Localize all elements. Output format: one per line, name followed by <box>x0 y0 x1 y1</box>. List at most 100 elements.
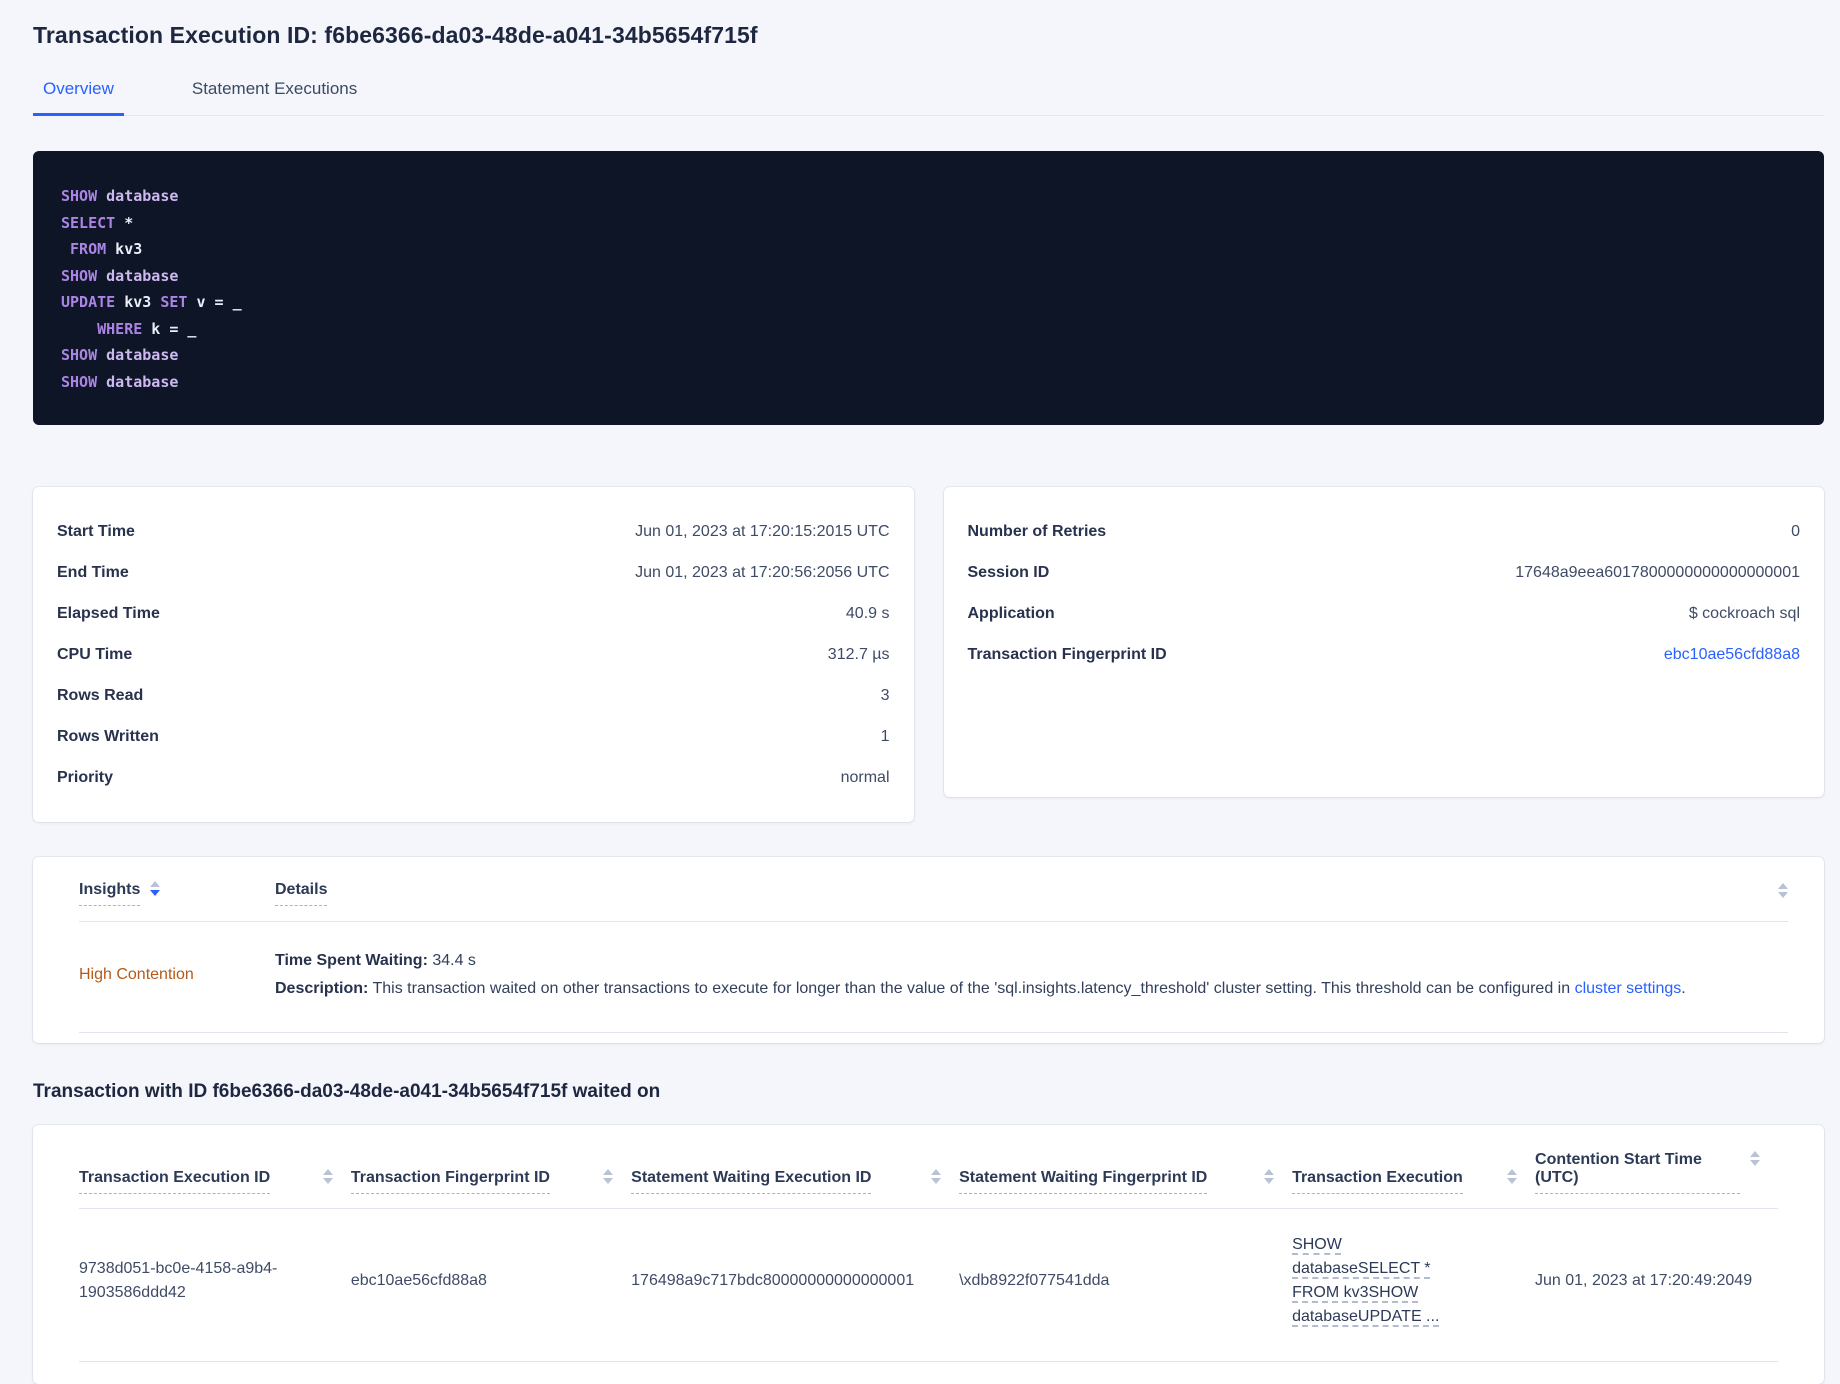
row-rows-written: Rows Written 1 <box>57 716 890 757</box>
sql-line: SHOW database <box>61 342 1796 369</box>
waited-on-header-row: Transaction Execution ID Transaction Fin… <box>79 1125 1778 1209</box>
sort-icon[interactable] <box>1507 1169 1518 1184</box>
row-label: Elapsed Time <box>57 604 160 622</box>
page-title: Transaction Execution ID: f6be6366-da03-… <box>33 22 758 48</box>
sort-icon[interactable] <box>150 881 161 896</box>
column-header-transaction-execution-id: Transaction Execution ID <box>79 1125 351 1209</box>
transaction-execution-snippet-link[interactable]: SHOW databaseSELECT * FROM kv3SHOW datab… <box>1292 1233 1474 1329</box>
time-spent-waiting-line: Time Spent Waiting: 34.4 s <box>275 948 1686 974</box>
tab-statement-executions[interactable]: Statement Executions <box>182 79 367 115</box>
row-end-time: End Time Jun 01, 2023 at 17:20:56:2056 U… <box>57 552 890 593</box>
insights-column-label[interactable]: Insights <box>79 881 141 906</box>
row-start-time: Start Time Jun 01, 2023 at 17:20:15:2015… <box>57 511 890 552</box>
sort-up-arrow <box>150 881 161 887</box>
sort-down-arrow <box>931 1178 942 1184</box>
sort-icon[interactable] <box>603 1169 614 1184</box>
row-label: Rows Read <box>57 686 144 704</box>
cluster-settings-link[interactable]: cluster settings <box>1575 980 1682 997</box>
sql-token: v = _ <box>187 293 242 311</box>
sql-line: FROM kv3 <box>61 236 1796 263</box>
insights-card: Insights Details High Contention Time Sp… <box>33 857 1824 1043</box>
insight-cell: High Contention <box>79 966 275 984</box>
waiting-label: Time Spent Waiting: <box>275 952 428 969</box>
sql-token: database <box>97 187 179 205</box>
row-label: Transaction Fingerprint ID <box>967 645 1167 663</box>
insights-table-header: Insights Details <box>79 857 1788 922</box>
statement-waiting-execution-id-value: 176498a9c717bdc80000000000000001 <box>631 1272 915 1289</box>
row-value: 312.7 µs <box>827 645 890 663</box>
column-header-label[interactable]: Transaction Execution <box>1292 1169 1463 1194</box>
details-column-label[interactable]: Details <box>275 881 328 906</box>
row-session-id: Session ID 17648a9eea6017800000000000000… <box>968 552 1801 593</box>
sort-icon[interactable] <box>322 1169 333 1184</box>
sort-down-arrow <box>1264 1178 1275 1184</box>
row-transaction-fingerprint-id: Transaction Fingerprint ID ebc10ae56cfd8… <box>968 634 1801 675</box>
sort-icon[interactable] <box>931 1169 942 1184</box>
sql-token: SHOW <box>61 266 98 285</box>
tab-overview[interactable]: Overview <box>33 79 124 116</box>
waited-on-table-card: Transaction Execution ID Transaction Fin… <box>33 1125 1824 1384</box>
transaction-fingerprint-id-value: ebc10ae56cfd88a8 <box>350 1272 487 1289</box>
sql-token: SELECT <box>61 213 116 232</box>
sql-line: SHOW database <box>61 369 1796 396</box>
sql-token: kv3 <box>106 240 143 258</box>
sort-icon[interactable] <box>1750 1151 1760 1166</box>
sql-token: k = _ <box>142 319 197 338</box>
sql-token: kv3 <box>115 293 161 311</box>
sort-icon[interactable] <box>1264 1169 1275 1184</box>
sort-up-arrow <box>1778 883 1788 889</box>
sql-token: WHERE <box>97 319 143 338</box>
sort-down-arrow <box>1507 1178 1518 1184</box>
sql-line: WHERE k = _ <box>61 316 1796 343</box>
row-value: $ cockroach sql <box>1688 604 1800 622</box>
column-header-transaction-fingerprint-id: Transaction Fingerprint ID <box>350 1125 632 1209</box>
sql-token: database <box>97 266 179 285</box>
sql-token: SHOW <box>61 187 98 205</box>
summary-card-session: Number of Retries 0 Session ID 17648a9ee… <box>943 487 1824 797</box>
sql-line: UPDATE kv3 SET v = _ <box>61 289 1796 316</box>
row-application: Application $ cockroach sql <box>968 593 1801 634</box>
sort-up-arrow <box>322 1169 333 1175</box>
sort-down-arrow <box>1750 1160 1760 1166</box>
row-value: 17648a9eea6017800000000000000001 <box>1515 563 1800 581</box>
transaction-fingerprint-link[interactable]: ebc10ae56cfd88a8 <box>1664 646 1800 664</box>
sql-token: * <box>115 213 134 232</box>
sort-down-arrow <box>322 1178 333 1184</box>
sql-token: database <box>97 346 179 364</box>
row-value: 1 <box>880 727 890 745</box>
row-value: 40.9 s <box>845 604 890 622</box>
description-label: Description: <box>275 980 369 997</box>
sql-token: FROM <box>70 240 107 258</box>
insight-row: High Contention Time Spent Waiting: 34.4… <box>79 922 1788 1033</box>
row-label: Start Time <box>57 522 135 540</box>
cell-contention-start-time: Jun 01, 2023 at 17:20:49:2049 <box>1535 1208 1778 1362</box>
column-header-label[interactable]: Statement Waiting Execution ID <box>631 1169 872 1194</box>
sort-icon[interactable] <box>1778 883 1788 898</box>
summary-cards-row: Start Time Jun 01, 2023 at 17:20:15:2015… <box>33 487 1824 822</box>
sql-token: database <box>97 372 179 391</box>
cell-transaction-execution: SHOW databaseSELECT * FROM kv3SHOW datab… <box>1292 1208 1536 1362</box>
cell-statement-waiting-execution-id: 176498a9c717bdc80000000000000001 <box>631 1208 960 1362</box>
column-header-transaction-execution: Transaction Execution <box>1292 1125 1536 1209</box>
column-header-statement-waiting-execution-id: Statement Waiting Execution ID <box>631 1125 960 1209</box>
cell-transaction-execution-id: 9738d051-bc0e-4158-a9b4-1903586ddd42 <box>79 1208 351 1362</box>
row-label: Application <box>967 604 1055 622</box>
insights-column-header: Insights <box>79 881 275 906</box>
column-header-label[interactable]: Transaction Execution ID <box>79 1169 271 1194</box>
sql-line: SHOW database <box>61 263 1796 290</box>
description-suffix: . <box>1681 980 1686 997</box>
row-elapsed-time: Elapsed Time 40.9 s <box>57 593 890 634</box>
row-value: Jun 01, 2023 at 17:20:56:2056 UTC <box>635 563 890 581</box>
waited-on-table: Transaction Execution ID Transaction Fin… <box>79 1125 1778 1362</box>
column-header-label[interactable]: Transaction Fingerprint ID <box>350 1169 550 1194</box>
sql-token: SHOW <box>61 346 98 364</box>
column-header-label[interactable]: Statement Waiting Fingerprint ID <box>959 1169 1208 1194</box>
sql-statements-box: SHOW database SELECT * FROM kv3 SHOW dat… <box>33 151 1824 425</box>
column-header-label[interactable]: Contention Start Time (UTC) <box>1535 1151 1740 1194</box>
column-header-statement-waiting-fingerprint-id: Statement Waiting Fingerprint ID <box>959 1125 1293 1209</box>
summary-card-timing: Start Time Jun 01, 2023 at 17:20:15:2015… <box>33 487 914 822</box>
transaction-execution-id-value: 9738d051-bc0e-4158-a9b4-1903586ddd42 <box>79 1260 278 1301</box>
sort-up-arrow <box>1750 1151 1760 1157</box>
sort-up-arrow <box>603 1169 614 1175</box>
